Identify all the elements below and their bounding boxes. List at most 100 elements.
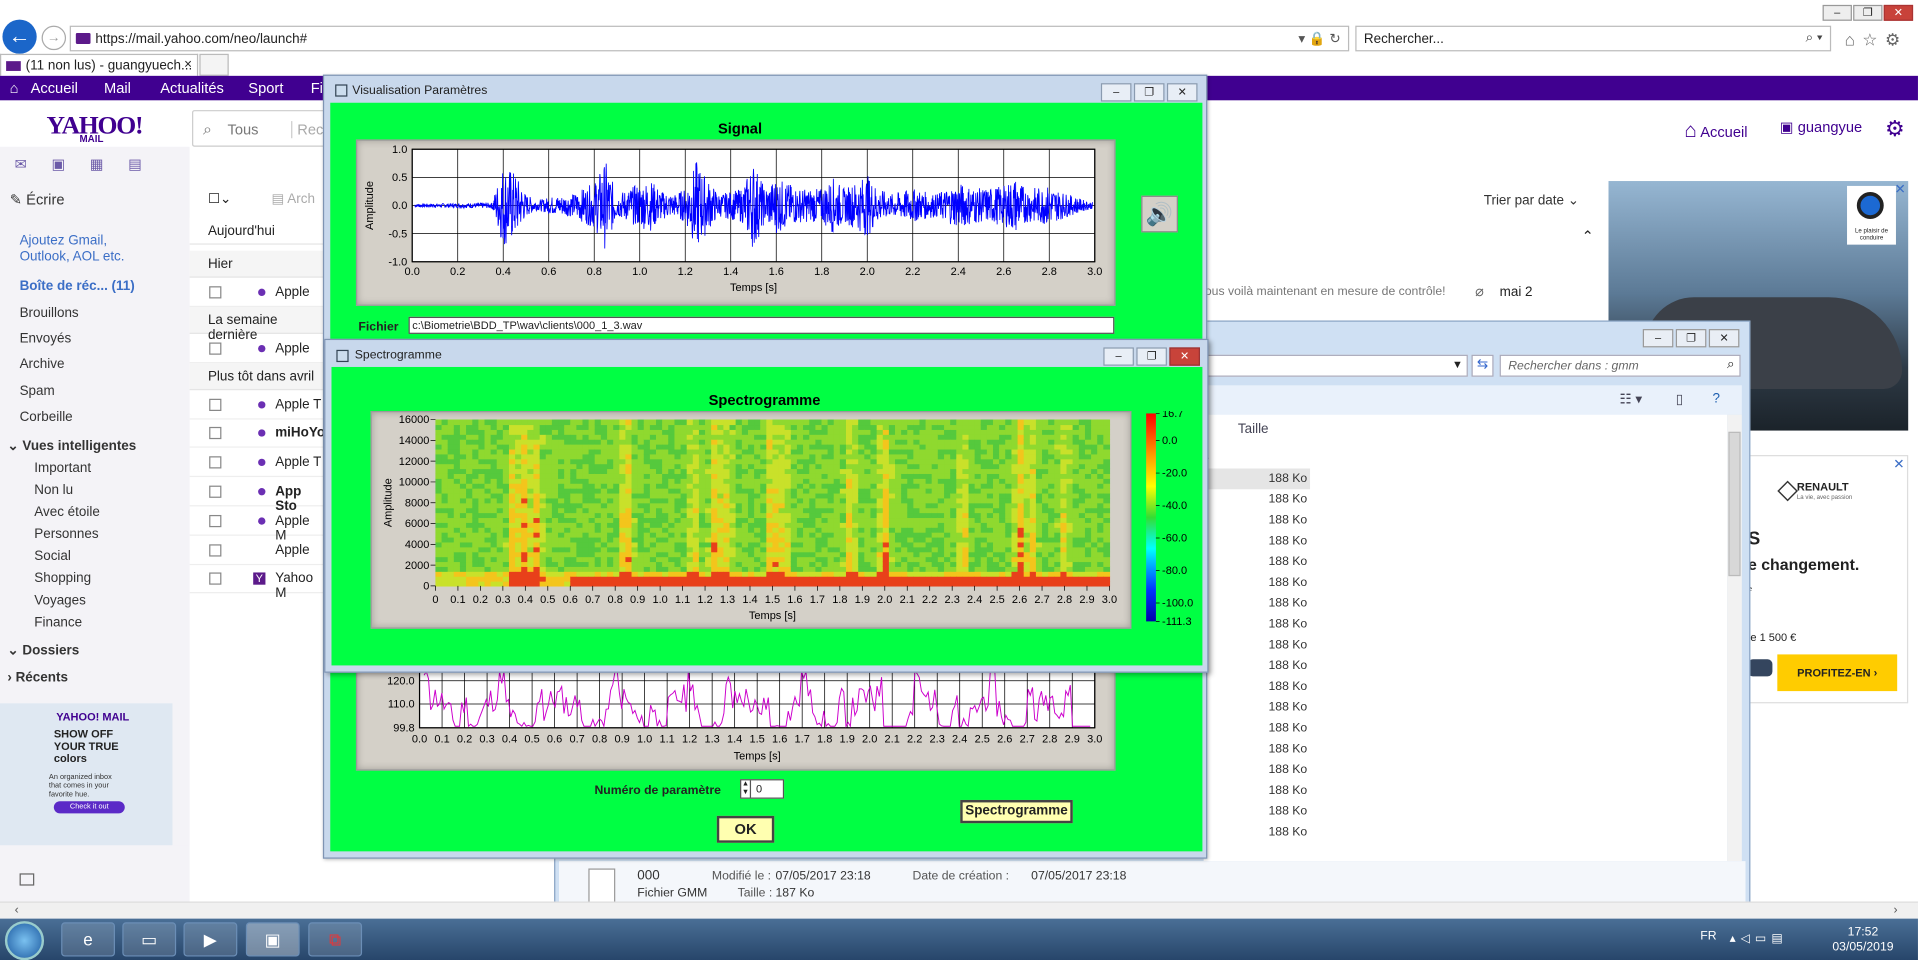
sidebar-item-social[interactable]: Social — [34, 549, 71, 564]
maximize-icon[interactable]: ❐ — [1675, 329, 1707, 348]
forward-button[interactable]: → — [41, 25, 67, 51]
nav-mail[interactable]: Mail — [104, 80, 131, 97]
sidebar-item-shopping[interactable]: Shopping — [34, 571, 91, 586]
address-bar[interactable]: https://mail.yahoo.com/neo/launch# ▾ 🔒 ↻ — [69, 25, 1350, 52]
new-tab-button[interactable] — [199, 53, 229, 76]
mail-row[interactable]: App Sto — [189, 478, 325, 514]
row-checkbox[interactable] — [209, 286, 222, 299]
sidebar-item-spam[interactable]: Spam — [20, 384, 55, 399]
promo-banner[interactable]: YAHOO! MAIL SHOW OFF YOUR TRUE colors An… — [0, 703, 173, 846]
mail-row[interactable]: Apple T — [189, 449, 325, 478]
home-star-gear-icon[interactable]: ⌂☆⚙ — [1845, 29, 1908, 50]
search-scope[interactable]: Tous — [228, 121, 259, 138]
folders-header[interactable]: ⌄ Dossiers — [7, 642, 79, 658]
page-hscrollbar[interactable]: ‹ › — [0, 901, 1918, 919]
minimize-icon[interactable]: – — [1103, 347, 1134, 366]
row-checkbox[interactable] — [209, 544, 222, 557]
scroll-thumb[interactable] — [1728, 431, 1741, 577]
explorer-path-bar[interactable]: ▼ — [1203, 354, 1468, 377]
help-icon[interactable]: ? — [1712, 391, 1719, 406]
minimize-icon[interactable]: – — [1642, 329, 1674, 348]
sidebar-scrollbar[interactable] — [172, 223, 190, 846]
sidebar-item-unread[interactable]: Non lu — [34, 483, 73, 498]
mail-row[interactable]: Apple — [189, 537, 325, 566]
explorer-window-controls[interactable]: – ❐ ✕ — [1642, 328, 1742, 348]
scroll-left-icon[interactable]: ‹ — [15, 904, 19, 917]
close-icon[interactable]: ✕ — [1169, 347, 1200, 366]
explorer-taskbar-icon[interactable]: ▭ — [122, 922, 177, 957]
sidebar-item-trash[interactable]: Corbeille — [20, 410, 73, 425]
back-button[interactable]: ← — [2, 19, 37, 54]
yahoo-home-link[interactable]: ⌂ Accueil — [1684, 119, 1747, 143]
promo-button[interactable]: Check it out — [53, 801, 125, 814]
row-checkbox[interactable] — [209, 456, 222, 469]
select-all-checkbox[interactable]: ☐⌄ — [208, 191, 231, 207]
ie-taskbar-icon[interactable]: e — [61, 922, 115, 957]
sidebar-app-icons[interactable]: ✉▣▦▤ — [15, 155, 167, 172]
explorer-scrollbar[interactable] — [1727, 414, 1742, 862]
mail-row[interactable]: miHoYo — [189, 420, 325, 448]
screenshot-icon[interactable] — [19, 873, 35, 886]
renault-ad[interactable]: ◇ RENAULT La vie, avec passion S e chang… — [1747, 455, 1909, 704]
nav-accueil[interactable]: Accueil — [31, 80, 78, 97]
add-accounts-link[interactable]: Ajoutez Gmail, Outlook, AOL etc. — [20, 234, 136, 266]
window-controls[interactable]: – ❐ ✕ — [1821, 2, 1918, 21]
row-checkbox[interactable] — [209, 514, 222, 528]
sidebar-item-sent[interactable]: Envoyés — [20, 331, 72, 346]
play-speaker-icon[interactable]: 🔊 — [1141, 195, 1178, 233]
recents-header[interactable]: › Récents — [7, 670, 68, 685]
sort-dropdown[interactable]: Trier par date ⌄ — [1484, 192, 1579, 208]
refresh-icon[interactable]: ⇆ — [1471, 354, 1494, 377]
list-scroll-up-icon[interactable]: ⌃ — [1582, 228, 1594, 245]
ad-close-icon[interactable]: ✕ — [1893, 456, 1904, 472]
restore-icon[interactable]: ❐ — [1853, 4, 1883, 21]
sidebar-item-starred[interactable]: Avec étoile — [34, 505, 100, 520]
settings-gear-icon[interactable]: ⚙ — [1885, 116, 1905, 142]
visu-window-controls[interactable]: – ❐ ✕ — [1100, 82, 1200, 102]
scroll-right-icon[interactable]: › — [1894, 904, 1898, 917]
compose-button[interactable]: ✎ Écrire — [10, 191, 65, 208]
nav-actualites[interactable]: Actualités — [160, 80, 224, 97]
column-size-header[interactable]: Taille — [1238, 422, 1269, 437]
row-checkbox[interactable] — [209, 485, 222, 498]
param-number-spinner[interactable]: ▲ ▼ 0 — [740, 779, 785, 799]
mail-row[interactable]: Apple — [189, 335, 325, 364]
close-icon[interactable]: ✕ — [1708, 329, 1740, 348]
tray-clock[interactable]: 17:52 03/05/2019 — [1832, 926, 1893, 955]
spinner-arrows-icon[interactable]: ▲ ▼ — [741, 780, 752, 798]
ad-close-icon[interactable]: ✕ — [1894, 181, 1905, 197]
mail-row[interactable]: Y Yahoo M — [189, 565, 325, 601]
maximize-icon[interactable]: ❐ — [1133, 83, 1165, 102]
sidebar-item-archive[interactable]: Archive — [20, 357, 65, 372]
tray-language[interactable]: FR — [1700, 930, 1716, 943]
sidebar-item-people[interactable]: Personnes — [34, 527, 98, 542]
spectro-window-controls[interactable]: – ❐ ✕ — [1103, 346, 1202, 366]
maximize-icon[interactable]: ❐ — [1136, 347, 1167, 366]
browser-search-box[interactable]: Rechercher... ⌕ ▾ — [1355, 25, 1832, 52]
path-dropdown-icon[interactable]: ▼ — [1452, 358, 1463, 370]
preview-pane-icon[interactable]: ▯ — [1676, 391, 1683, 408]
sidebar-item-important[interactable]: Important — [34, 461, 91, 476]
mail-row[interactable]: Apple — [189, 279, 325, 308]
row-checkbox[interactable] — [209, 398, 222, 411]
renault-cta-button[interactable]: PROFITEZ-EN › — [1777, 654, 1898, 692]
archive-button[interactable]: ▤ Arch — [272, 191, 315, 207]
row-checkbox[interactable] — [209, 572, 222, 585]
view-options-icon[interactable]: ☷ ▾ — [1620, 391, 1643, 408]
fichier-input[interactable]: c:\Biometrie\BDD_TP\wav\clients\000_1_3.… — [408, 316, 1115, 334]
row-checkbox[interactable] — [209, 342, 222, 355]
close-icon[interactable]: ✕ — [1166, 83, 1198, 102]
sidebar-item-drafts[interactable]: Brouillons — [20, 306, 79, 321]
user-menu[interactable]: ▣ guangyue — [1780, 119, 1862, 136]
sidebar-item-travel[interactable]: Voyages — [34, 593, 86, 608]
tray-icons[interactable]: ▴◁▭▤ — [1730, 932, 1788, 945]
pdf-taskbar-icon[interactable]: ⧉ — [308, 922, 363, 957]
nav-sport[interactable]: Sport — [248, 80, 283, 97]
ok-button[interactable]: OK — [716, 815, 775, 843]
app-taskbar-icon[interactable]: ▣ — [245, 922, 300, 957]
spectrogramme-button[interactable]: Spectrogramme — [960, 799, 1073, 824]
sidebar-item-finance[interactable]: Finance — [34, 615, 82, 630]
minimize-icon[interactable]: – — [1822, 4, 1852, 21]
mail-snippet[interactable]: ous voilà maintenant en mesure de contrô… — [1205, 285, 1446, 298]
search-icon[interactable]: ⌕ ▾ — [1806, 31, 1823, 47]
